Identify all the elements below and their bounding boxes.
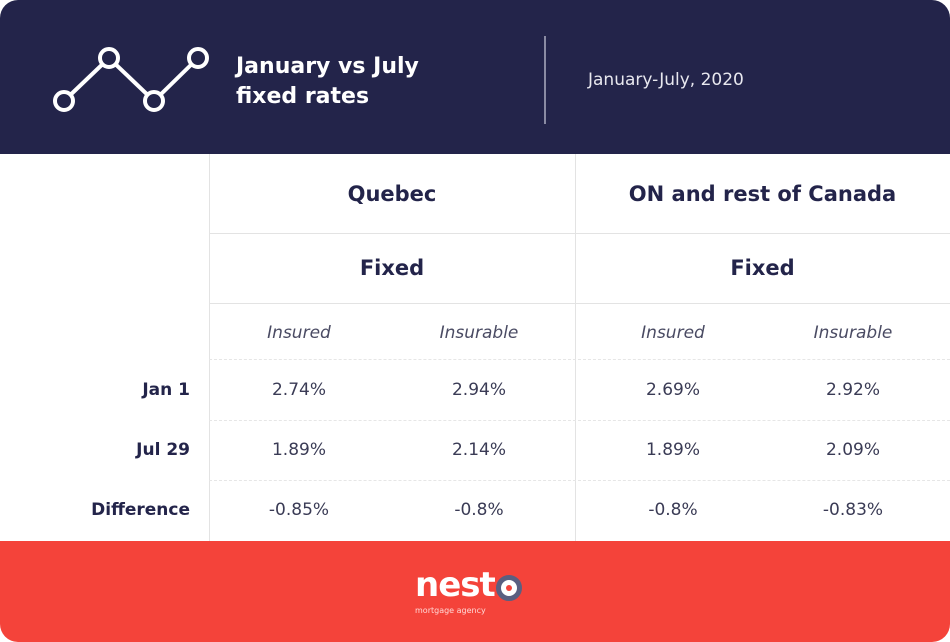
rate-cell: -0.85% [268,500,330,520]
page-title: January vs July fixed rates [236,54,419,109]
brand-tagline: mortgage agency [415,606,486,615]
rate-cell: 2.92% [825,380,880,400]
rate-cell: 2.09% [825,440,880,460]
rate-cell: 2.94% [451,380,506,400]
rate-type-header: Fixed [730,256,795,280]
line-chart-icon [53,47,209,112]
rate-cell: -0.8% [454,500,504,520]
rate-type-header: Fixed [359,256,425,280]
rate-cell: 2.69% [645,380,700,400]
sub-header-insurable: Insurable [813,323,893,343]
header: January vs July fixed rates January-July… [0,0,950,154]
rate-cell: 2.14% [451,440,506,460]
date-range: January-July, 2020 [588,70,744,90]
rate-cell: 1.89% [645,440,700,460]
rates-card: January vs July fixed rates January-July… [0,0,950,642]
row-label: Jul 29 [136,440,190,460]
header-divider [544,36,546,124]
brand-logo: nest [415,565,522,605]
region-header-quebec: Quebec [347,182,437,206]
brand-name: nest [415,565,496,605]
region-header-on: ON and rest of Canada [628,182,897,206]
sub-header-insured: Insured [267,323,331,343]
rate-cell: -0.83% [822,500,884,520]
sub-header-insured: Insured [641,323,705,343]
brand-o-icon [495,575,522,601]
sub-header-insurable: Insurable [439,323,519,343]
row-label: Difference [91,500,190,520]
row-divider [209,303,950,304]
rate-cell: -0.8% [648,500,698,520]
rate-cell: 2.74% [271,380,326,400]
row-label: Jan 1 [142,380,190,400]
rate-cell: 1.89% [271,440,326,460]
